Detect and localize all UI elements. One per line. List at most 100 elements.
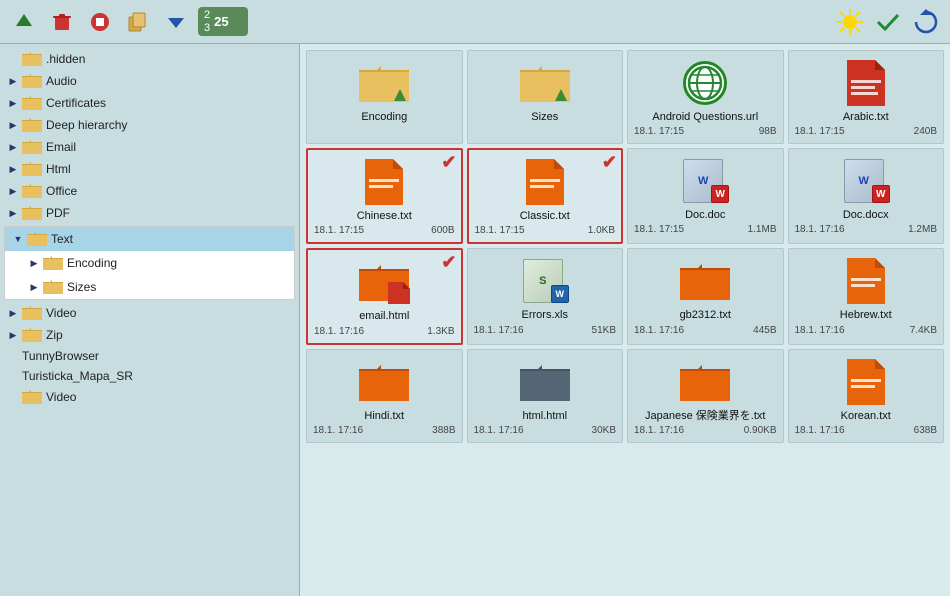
toolbar-up-btn[interactable]	[8, 6, 40, 38]
sidebar: .hidden ▶ Audio ▶ Certificates ▶ Deep hi…	[0, 44, 300, 596]
sidebar-item-hidden[interactable]: .hidden	[0, 48, 299, 70]
docx-icon-area: W W	[840, 155, 892, 207]
file-item-gb2312[interactable]: gb2312.txt 18.1. 17:16 445B	[627, 248, 784, 344]
file-meta: 18.1. 17:16 7.4KB	[795, 325, 938, 336]
sidebar-item-zip[interactable]: ▶ Zip	[0, 324, 299, 346]
file-item-doc[interactable]: W W Doc.doc 18.1. 17:15 1.1MB	[627, 148, 784, 244]
folder-icon	[22, 73, 42, 89]
arrow-right-icon: ▶	[8, 76, 18, 86]
toolbar-check-btn[interactable]	[872, 6, 904, 38]
toolbar-refresh-btn[interactable]	[910, 6, 942, 38]
folder-icon	[22, 205, 42, 221]
sidebar-item-html[interactable]: ▶ Html	[0, 158, 299, 180]
folder-orange-icon	[680, 361, 730, 403]
sidebar-item-turisticka[interactable]: Turisticka_Mapa_SR	[0, 366, 299, 386]
file-item-korean-txt[interactable]: Korean.txt 18.1. 17:16 638B	[788, 349, 945, 443]
text-group: ▼ Text ▶ Encoding ▶ Sizes	[4, 226, 295, 300]
toolbar-copy-btn[interactable]	[122, 6, 154, 38]
folder-icon	[22, 51, 42, 67]
folder-icon	[22, 161, 42, 177]
toolbar-badge: 2 3 25	[198, 7, 248, 35]
arrow-right-icon: ▶	[8, 308, 18, 318]
folder-orange-icon	[680, 260, 730, 302]
file-item-hebrew-txt[interactable]: Hebrew.txt 18.1. 17:16 7.4KB	[788, 248, 945, 344]
toolbar-delete-btn[interactable]	[46, 6, 78, 38]
sidebar-item-video2[interactable]: Video	[0, 386, 299, 408]
arrow-icon	[392, 87, 408, 103]
url-icon-area	[679, 57, 731, 109]
arrow-right-icon: ▶	[29, 282, 39, 292]
folder-icon	[22, 183, 42, 199]
folder-icon-area	[679, 255, 731, 307]
file-item-japanese-txt[interactable]: Japanese 保険業界を.txt 18.1. 17:16 0.90KB	[627, 349, 784, 443]
checkmark-icon: ✔	[602, 152, 617, 173]
file-item-arabic-txt[interactable]: Arabic.txt 18.1. 17:15 240B	[788, 50, 945, 144]
checkmark-icon: ✔	[441, 252, 456, 273]
sidebar-item-audio[interactable]: ▶ Audio	[0, 70, 299, 92]
folder-icon-area	[519, 356, 571, 408]
file-meta: 18.1. 17:16 388B	[313, 425, 456, 436]
sidebar-item-pdf[interactable]: ▶ PDF	[0, 202, 299, 224]
folder-icon-area	[679, 356, 731, 408]
folder-icon	[22, 305, 42, 321]
file-item-errors-xls[interactable]: S W Errors.xls 18.1. 17:16 51KB	[467, 248, 624, 344]
sidebar-item-deep-hierarchy[interactable]: ▶ Deep hierarchy	[0, 114, 299, 136]
file-meta: 18.1. 17:16 0.90KB	[634, 425, 777, 436]
txt-orange-file-icon	[365, 159, 403, 205]
arrow-right-icon: ▶	[8, 208, 18, 218]
txt-icon-area	[840, 356, 892, 408]
sidebar-item-encoding[interactable]: ▶ Encoding	[5, 251, 294, 275]
folder-icon	[22, 117, 42, 133]
file-item-email-html[interactable]: ✔ email.html 18.1. 17:16 1.3KB	[306, 248, 463, 344]
file-meta: 18.1. 17:15 240B	[795, 126, 938, 137]
sidebar-item-certificates[interactable]: ▶ Certificates	[0, 92, 299, 114]
arrow-right-icon: ▶	[8, 330, 18, 340]
file-item-hindi-txt[interactable]: Hindi.txt 18.1. 17:16 388B	[306, 349, 463, 443]
sidebar-item-text[interactable]: ▼ Text	[5, 227, 294, 251]
file-meta: 18.1. 17:15 1.1MB	[634, 224, 777, 235]
file-item-html-html[interactable]: html.html 18.1. 17:16 30KB	[467, 349, 624, 443]
txt-icon-area	[840, 57, 892, 109]
arrow-placeholder	[8, 371, 18, 381]
file-item-android-url[interactable]: Android Questions.url 18.1. 17:15 98B	[627, 50, 784, 144]
doc-icon-area: W W	[679, 155, 731, 207]
sidebar-item-tunnybrowser[interactable]: TunnyBrowser	[0, 346, 299, 366]
sidebar-item-office[interactable]: ▶ Office	[0, 180, 299, 202]
folder-icon	[22, 95, 42, 111]
file-item-docx[interactable]: W W Doc.docx 18.1. 17:16 1.2MB	[788, 148, 945, 244]
toolbar-stop-btn[interactable]	[84, 6, 116, 38]
folder-icon-area	[358, 256, 410, 308]
arrow-right-icon: ▶	[8, 98, 18, 108]
txt-orange-file-icon	[847, 258, 885, 304]
file-grid: Encoding Sizes	[306, 50, 944, 443]
folder-icon-area	[358, 57, 410, 109]
txt-icon-area	[840, 255, 892, 307]
arrow-right-icon: ▶	[8, 164, 18, 174]
file-item-chinese-txt[interactable]: ✔ Chinese.txt 18.1. 17:15 600B	[306, 148, 463, 244]
folder-icon	[22, 327, 42, 343]
sidebar-item-email[interactable]: ▶ Email	[0, 136, 299, 158]
txt-orange-file-icon	[526, 159, 564, 205]
file-meta: 18.1. 17:16 638B	[795, 425, 938, 436]
arrow-right-icon: ▶	[8, 120, 18, 130]
arrow-placeholder	[8, 392, 18, 402]
arrow-right-icon: ▶	[8, 186, 18, 196]
sidebar-item-video[interactable]: ▶ Video	[0, 302, 299, 324]
sidebar-item-sizes[interactable]: ▶ Sizes	[5, 275, 294, 299]
file-item-classic-txt[interactable]: ✔ Classic.txt 18.1. 17:15 1.0KB	[467, 148, 624, 244]
toolbar-sun-btn[interactable]	[834, 6, 866, 38]
arrow-down-icon: ▼	[13, 234, 23, 244]
xls-icon-area: S W	[519, 255, 571, 307]
toolbar: 2 3 25	[0, 0, 950, 44]
toolbar-move-btn[interactable]	[160, 6, 192, 38]
folder-icon	[27, 231, 47, 247]
file-item-sizes[interactable]: Sizes	[467, 50, 624, 144]
file-meta: 18.1. 17:15 600B	[314, 225, 455, 236]
folder-dark-icon	[520, 361, 570, 403]
main-content: .hidden ▶ Audio ▶ Certificates ▶ Deep hi…	[0, 44, 950, 596]
file-panel: Encoding Sizes	[300, 44, 950, 596]
folder-icon	[22, 389, 42, 405]
txt-orange-file-icon	[847, 359, 885, 405]
file-item-encoding[interactable]: Encoding	[306, 50, 463, 144]
folder-icon	[22, 139, 42, 155]
